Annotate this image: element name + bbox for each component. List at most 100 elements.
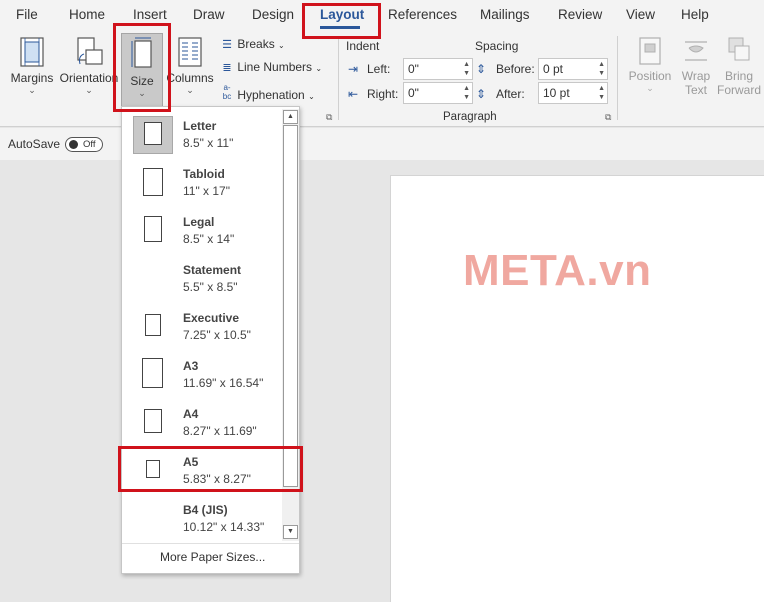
indent-left-icon: ⇥ <box>348 62 359 76</box>
chevron-down-icon: ⌄ <box>186 85 194 95</box>
size-item-a3[interactable]: A3 11.69" x 16.54" <box>122 349 282 397</box>
page-size-icon <box>143 168 163 196</box>
line-numbers-button[interactable]: ≣ Line Numbers ⌄ <box>220 60 322 74</box>
margins-label: Margins <box>10 71 54 85</box>
size-item-a4[interactable]: A4 8.27" x 11.69" <box>122 397 282 445</box>
size-dimensions: 10.12" x 14.33" <box>183 520 265 534</box>
size-name: Tabloid <box>183 167 225 181</box>
watermark: META.vn <box>463 246 652 295</box>
page-size-icon <box>144 216 162 242</box>
position-label: Position <box>628 69 672 83</box>
wrap-text-icon <box>685 41 707 61</box>
spacing-after-value: 10 pt <box>543 86 570 100</box>
columns-icon <box>178 37 202 67</box>
line-numbers-icon: ≣ <box>222 62 232 74</box>
wrap-label-2: Text <box>684 83 707 97</box>
spinner-arrows-icon[interactable]: ▲ ▼ <box>598 84 605 102</box>
spacing-before-value: 0 pt <box>543 62 564 76</box>
size-name: A4 <box>183 407 199 421</box>
breaks-button[interactable]: ☰ Breaks ⌄ <box>220 37 285 51</box>
page-size-icon <box>142 358 163 388</box>
chevron-down-icon: ⌄ <box>646 83 654 93</box>
size-name: A3 <box>183 359 199 373</box>
indent-left-label: Left: <box>367 62 391 76</box>
page-size-icon <box>144 122 162 145</box>
columns-button[interactable]: Columns ⌄ <box>164 36 216 95</box>
toggle-knob <box>69 140 78 149</box>
hyphenation-icon: a-bc <box>222 83 232 101</box>
scroll-up-icon[interactable]: ▲ <box>283 110 298 124</box>
autosave-label: AutoSave <box>8 137 61 151</box>
tab-insert[interactable]: Insert <box>133 7 167 22</box>
size-item-executive[interactable]: Executive 7.25" x 10.5" <box>122 301 282 349</box>
autosave-toggle[interactable]: Off <box>65 137 103 152</box>
breaks-label: Breaks <box>237 37 275 51</box>
page-setup-launcher-icon[interactable]: ⧉ <box>326 112 332 123</box>
tab-view[interactable]: View <box>626 7 655 22</box>
tab-mailings[interactable]: Mailings <box>480 7 530 22</box>
spacing-before-label: Before: <box>496 62 535 76</box>
autosave-state: Off <box>83 139 96 150</box>
chevron-down-icon: ⌄ <box>315 64 323 73</box>
spinner-arrows-icon[interactable]: ▲ ▼ <box>463 60 470 78</box>
spinner-arrows-icon[interactable]: ▲ ▼ <box>463 84 470 102</box>
scroll-down-icon[interactable]: ▼ <box>283 525 298 539</box>
tab-help[interactable]: Help <box>681 7 709 22</box>
indent-right-label: Right: <box>367 87 399 101</box>
group-divider <box>617 36 618 120</box>
indent-right-icon: ⇤ <box>348 87 359 101</box>
bring-label-1: Bring <box>724 69 753 83</box>
line-numbers-label: Line Numbers <box>237 60 313 74</box>
size-dimensions: 8.5" x 11" <box>183 136 234 150</box>
margins-button[interactable]: Margins ⌄ <box>8 36 56 95</box>
page-size-icon <box>145 314 161 336</box>
orientation-button[interactable]: Orientation ⌄ <box>58 36 120 95</box>
size-dropdown: Letter 8.5" x 11" Tabloid 11" x 17" Lega… <box>121 106 300 574</box>
tab-file[interactable]: File <box>16 7 38 22</box>
size-dimensions: 11.69" x 16.54" <box>183 376 264 390</box>
size-name: Letter <box>183 119 217 133</box>
tab-review[interactable]: Review <box>558 7 602 22</box>
margins-icon <box>20 37 44 67</box>
indent-right-value: 0" <box>408 86 419 100</box>
breaks-icon: ☰ <box>222 39 232 51</box>
size-item-tabloid[interactable]: Tabloid 11" x 17" <box>122 157 282 205</box>
wrap-text-button[interactable]: Wrap Text <box>676 36 716 97</box>
document-page[interactable] <box>390 175 764 602</box>
position-button[interactable]: Position ⌄ <box>625 36 675 93</box>
size-item-b4-jis[interactable]: B4 (JIS) 10.12" x 14.33" <box>122 493 282 541</box>
size-item-legal[interactable]: Legal 8.5" x 14" <box>122 205 282 253</box>
tab-design[interactable]: Design <box>252 7 294 22</box>
hyphenation-button[interactable]: a-bc Hyphenation ⌄ <box>220 83 315 102</box>
tab-draw[interactable]: Draw <box>193 7 225 22</box>
size-item-statement[interactable]: Statement 5.5" x 8.5" <box>122 253 282 301</box>
tab-references[interactable]: References <box>388 7 457 22</box>
position-icon <box>639 37 661 65</box>
tab-home[interactable]: Home <box>69 7 105 22</box>
indent-left-input[interactable]: 0" ▲ ▼ <box>403 58 473 80</box>
highlight-layout-tab <box>302 3 381 39</box>
spinner-arrows-icon[interactable]: ▲ ▼ <box>598 60 605 78</box>
dropdown-divider <box>122 543 299 544</box>
spacing-after-input[interactable]: 10 pt ▲ ▼ <box>538 82 608 104</box>
page-size-icon <box>144 409 162 433</box>
bring-forward-button[interactable]: Bring Forward <box>716 36 762 97</box>
paragraph-launcher-icon[interactable]: ⧉ <box>605 112 611 123</box>
bring-label-2: Forward <box>716 83 761 97</box>
chevron-down-icon: ⌄ <box>278 41 285 50</box>
size-item-letter[interactable]: Letter 8.5" x 11" <box>122 109 282 157</box>
spacing-before-input[interactable]: 0 pt ▲ ▼ <box>538 58 608 80</box>
scroll-thumb[interactable] <box>283 125 298 487</box>
chevron-down-icon: ⌄ <box>85 85 93 95</box>
size-dimensions: 5.5" x 8.5" <box>183 280 238 294</box>
indent-right-input[interactable]: 0" ▲ ▼ <box>403 82 473 104</box>
orientation-label: Orientation <box>59 71 119 85</box>
quick-access-bar: AutoSave Off <box>0 128 764 160</box>
highlight-size-button <box>113 23 171 112</box>
hyphenation-label: Hyphenation <box>237 88 305 102</box>
more-paper-sizes-link[interactable]: More Paper Sizes... <box>160 550 265 564</box>
size-dimensions: 8.5" x 14" <box>183 232 235 246</box>
indent-left-value: 0" <box>408 62 419 76</box>
chevron-down-icon: ⌄ <box>308 92 315 101</box>
size-dimensions: 7.25" x 10.5" <box>183 328 251 342</box>
